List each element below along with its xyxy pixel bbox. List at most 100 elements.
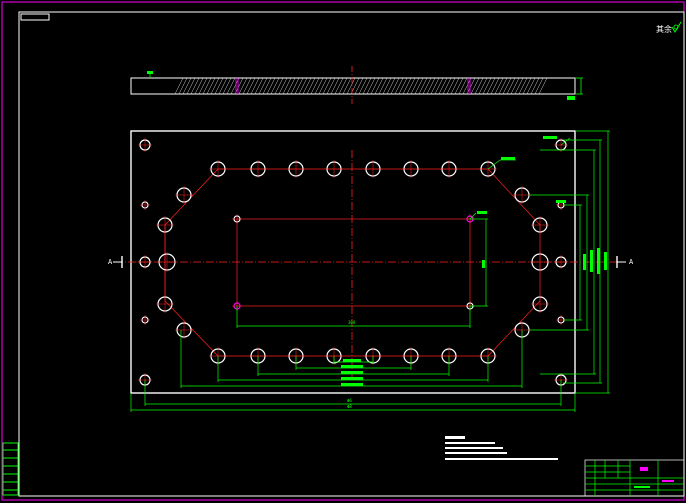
title-block bbox=[584, 459, 685, 497]
hatch-line bbox=[522, 77, 532, 95]
hatch-line bbox=[186, 77, 196, 95]
roughness-symbol-icon bbox=[671, 21, 682, 33]
technical-notes bbox=[445, 436, 558, 460]
hatch-line bbox=[374, 77, 384, 95]
hatch-line bbox=[330, 77, 340, 95]
hatch-line bbox=[510, 77, 520, 95]
hatch-line bbox=[194, 77, 204, 95]
hatch-line bbox=[478, 77, 488, 95]
hatch-line bbox=[314, 77, 324, 95]
hatch-line bbox=[390, 77, 400, 95]
hatch-line bbox=[202, 77, 212, 95]
hatch-line bbox=[326, 77, 336, 95]
hatch-line bbox=[250, 77, 260, 95]
hatch-line bbox=[342, 77, 352, 95]
section-view bbox=[130, 66, 583, 104]
hatch-line bbox=[534, 77, 544, 95]
hatch-line bbox=[254, 77, 264, 95]
dimension-labels bbox=[341, 136, 607, 386]
hatch-line bbox=[406, 77, 416, 95]
hatch-line bbox=[258, 77, 268, 95]
section-label-right: A bbox=[629, 258, 634, 266]
hatch-line bbox=[458, 77, 468, 95]
dim-overall-width-1: Φ6 bbox=[347, 398, 352, 403]
hatch-line bbox=[526, 77, 536, 95]
hatch-line bbox=[394, 77, 404, 95]
hatch-line bbox=[362, 77, 372, 95]
hatch-line bbox=[338, 77, 348, 95]
hatch-line bbox=[498, 77, 508, 95]
hatch-line bbox=[438, 77, 448, 95]
hatch-line bbox=[246, 77, 256, 95]
hatch-line bbox=[398, 77, 408, 95]
hatch-line bbox=[290, 77, 300, 95]
inner-pocket bbox=[236, 218, 471, 307]
hatch-line bbox=[182, 77, 192, 95]
hatch-line bbox=[214, 77, 224, 95]
hatch-line bbox=[198, 77, 208, 95]
hatch-line bbox=[222, 77, 232, 95]
hatch-line bbox=[278, 77, 288, 95]
hatch-line bbox=[410, 77, 420, 95]
hatch-line bbox=[302, 77, 312, 95]
hatch-line bbox=[378, 77, 388, 95]
hatch-line bbox=[306, 77, 316, 95]
hatch-line bbox=[210, 77, 220, 95]
dimensions bbox=[130, 130, 610, 412]
hatch-line bbox=[174, 77, 184, 95]
hatch-line bbox=[346, 77, 356, 95]
hatch-line bbox=[178, 77, 188, 95]
hatch-line bbox=[434, 77, 444, 95]
hatch-line bbox=[242, 77, 252, 95]
dim-inner-width: 308 bbox=[348, 320, 356, 325]
hatch-line bbox=[414, 77, 424, 95]
hatch-line bbox=[482, 77, 492, 95]
hatch-line bbox=[370, 77, 380, 95]
hatch-line bbox=[506, 77, 516, 95]
hatch-line bbox=[322, 77, 332, 95]
hatch-line bbox=[386, 77, 396, 95]
hatch-line bbox=[454, 77, 464, 95]
sheet-corner-mark bbox=[20, 13, 50, 21]
hatch-line bbox=[206, 77, 216, 95]
hatch-line bbox=[442, 77, 452, 95]
dim-overall-width-2: Φ8 bbox=[347, 404, 352, 409]
hatch-line bbox=[310, 77, 320, 95]
hatch-line bbox=[294, 77, 304, 95]
hatch-line bbox=[422, 77, 432, 95]
hatch-line bbox=[298, 77, 308, 95]
left-side-strip bbox=[2, 442, 19, 496]
hatch-line bbox=[494, 77, 504, 95]
hatch-line bbox=[474, 77, 484, 95]
hatch-line bbox=[514, 77, 524, 95]
hatch-line bbox=[418, 77, 428, 95]
title-block-mark bbox=[640, 467, 648, 471]
hatch-line bbox=[366, 77, 376, 95]
hatch-line bbox=[238, 77, 248, 95]
plan-view: A A bbox=[108, 130, 634, 394]
hatch-line bbox=[266, 77, 276, 95]
hatch-line bbox=[430, 77, 440, 95]
hatch-line bbox=[274, 77, 284, 95]
hatch-line bbox=[502, 77, 512, 95]
hatch-line bbox=[446, 77, 456, 95]
hatch-line bbox=[318, 77, 328, 95]
hatch-line bbox=[450, 77, 460, 95]
hatch-line bbox=[190, 77, 200, 95]
sheet-border-outer bbox=[1, 1, 685, 501]
hatch-line bbox=[262, 77, 272, 95]
hatch-line bbox=[530, 77, 540, 95]
hatch-line bbox=[486, 77, 496, 95]
hatch-line bbox=[382, 77, 392, 95]
hatch-line bbox=[538, 77, 548, 95]
hatch-line bbox=[402, 77, 412, 95]
bolt-holes bbox=[138, 138, 568, 387]
hatch-line bbox=[286, 77, 296, 95]
section-label-left: A bbox=[108, 258, 113, 266]
hatch-line bbox=[490, 77, 500, 95]
cad-drawing-canvas: 其余 A A 308 Φ6 Φ8 bbox=[1, 1, 685, 501]
hatch-line bbox=[518, 77, 528, 95]
hatch-line bbox=[270, 77, 280, 95]
hatch-line bbox=[354, 77, 364, 95]
hatch-line bbox=[226, 77, 236, 95]
